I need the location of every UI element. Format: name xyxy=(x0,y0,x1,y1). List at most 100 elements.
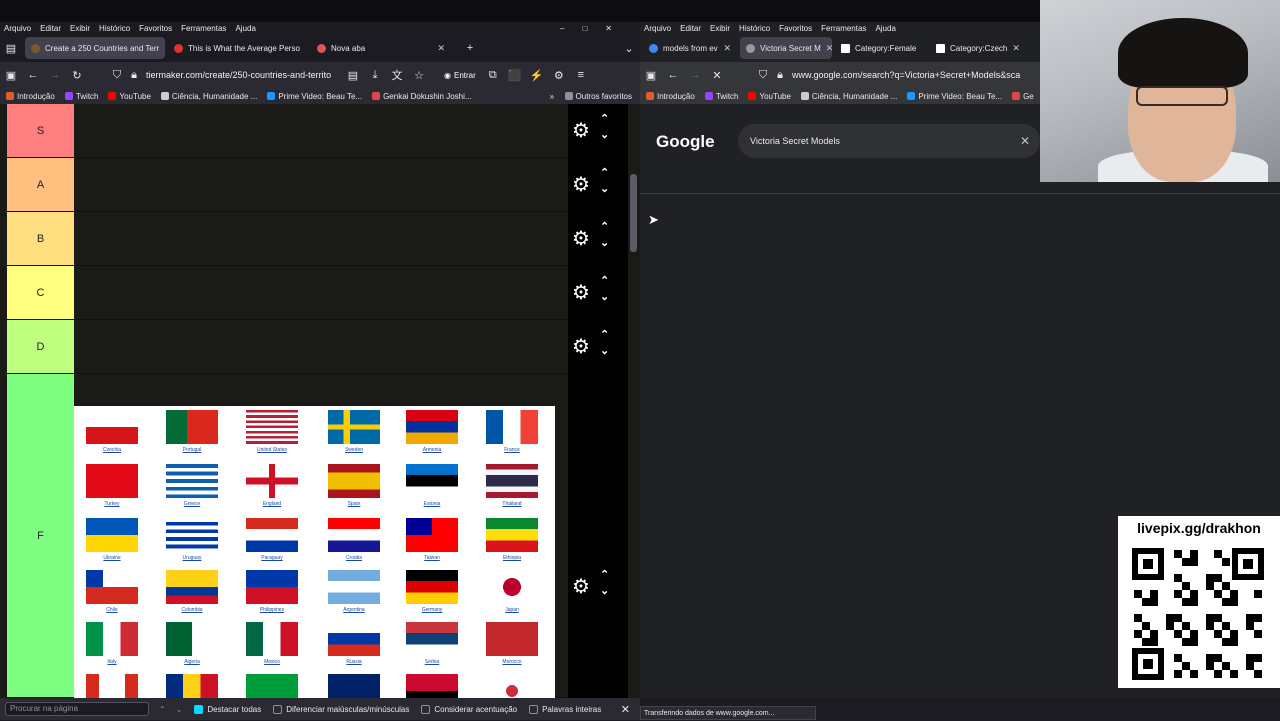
flag-card[interactable]: Greece xyxy=(160,464,224,507)
tab-list-icon[interactable]: ▤ xyxy=(0,42,22,55)
close-tab-icon[interactable]: ✕ xyxy=(164,43,165,54)
menu-historico[interactable]: Histórico xyxy=(99,24,130,33)
tier-label[interactable]: F xyxy=(7,374,74,697)
tier-dropzone[interactable] xyxy=(74,212,568,265)
find-input[interactable]: Procurar na página xyxy=(5,702,149,716)
flag-card[interactable]: Paraguay xyxy=(240,518,304,561)
gear-icon[interactable]: ⚙ xyxy=(572,574,590,599)
menu-editar[interactable]: Editar xyxy=(680,24,701,33)
menu-editar[interactable]: Editar xyxy=(40,24,61,33)
menu-historico[interactable]: Histórico xyxy=(739,24,770,33)
gear-icon[interactable]: ⚙ xyxy=(572,172,590,197)
page-scrollbar[interactable] xyxy=(628,104,640,698)
shield-icon[interactable]: ⛉ xyxy=(752,69,774,82)
back-button[interactable]: ← xyxy=(662,69,684,81)
google-logo[interactable]: Google xyxy=(656,132,715,152)
chevron-up-icon[interactable]: ⌃ xyxy=(600,568,609,581)
chevron-down-icon[interactable]: ⌄ xyxy=(600,344,609,357)
url-field[interactable]: tiermaker.com/create/250-countries-and-t… xyxy=(146,70,342,80)
close-tab-icon[interactable]: ✕ xyxy=(723,43,731,54)
find-match-case[interactable]: Diferenciar maiúsculas/minúsculas xyxy=(273,704,409,714)
tier-label[interactable]: A xyxy=(7,158,74,211)
bookmark-youtube[interactable]: YouTube xyxy=(108,92,151,101)
chevron-up-icon[interactable]: ⌃ xyxy=(600,220,609,233)
flag-card[interactable] xyxy=(400,674,464,698)
tier-dropzone[interactable] xyxy=(74,266,568,319)
forward-button[interactable]: → xyxy=(44,69,66,81)
clear-search-icon[interactable]: ✕ xyxy=(1020,124,1030,158)
bookmark-ciencia[interactable]: Ciência, Humanidade ... xyxy=(800,92,897,101)
tier-dropzone[interactable] xyxy=(74,104,568,157)
menu-ferramentas[interactable]: Ferramentas xyxy=(821,24,866,33)
scroll-thumb[interactable] xyxy=(630,174,637,252)
flag-card[interactable]: Spain xyxy=(322,464,386,507)
menu-ajuda[interactable]: Ajuda xyxy=(235,24,255,33)
flag-card[interactable] xyxy=(240,674,304,698)
bookmark-prime-video[interactable]: Prime Video: Beau Te... xyxy=(267,92,362,101)
tab-victoria-secret[interactable]: Victoria Secret M ✕ xyxy=(740,37,832,59)
flag-card[interactable]: England xyxy=(240,464,304,507)
sidebar-icon[interactable]: ▣ xyxy=(640,69,662,82)
flag-card[interactable] xyxy=(322,674,386,698)
flag-card[interactable]: United States xyxy=(240,410,304,453)
bookmark-twitch[interactable]: Twitch xyxy=(64,92,98,101)
flag-card[interactable]: Colombia xyxy=(160,570,224,613)
flag-card[interactable]: Japan xyxy=(480,570,544,613)
menu-arquivo[interactable]: Arquivo xyxy=(4,24,31,33)
flag-card[interactable]: Thailand xyxy=(480,464,544,507)
tab-tiermaker[interactable]: Create a 250 Countries and Terr ✕ xyxy=(25,37,165,59)
translate-icon[interactable]: 文 xyxy=(386,67,408,83)
close-tab-icon[interactable]: ✕ xyxy=(826,43,832,54)
close-tab-icon[interactable]: ✕ xyxy=(437,43,445,54)
chevron-up-icon[interactable]: ⌃ xyxy=(600,166,609,179)
flag-card[interactable]: Taiwan xyxy=(400,518,464,561)
bookmark-genkai[interactable]: Genkai Dokushin Joshi... xyxy=(372,92,472,101)
flag-card[interactable]: Estonia xyxy=(400,464,464,507)
chevron-down-icon[interactable]: ⌄ xyxy=(600,128,609,141)
bookmark-introducao[interactable]: Introdução xyxy=(646,92,695,101)
flag-card[interactable]: Italy xyxy=(80,622,144,665)
flag-card[interactable] xyxy=(160,674,224,698)
find-next-icon[interactable]: ⌄ xyxy=(176,705,183,714)
tier-label[interactable]: C xyxy=(7,266,74,319)
tier-label[interactable]: B xyxy=(7,212,74,265)
bookmark-ge[interactable]: Ge xyxy=(1012,92,1034,101)
flag-card[interactable]: Sweden xyxy=(322,410,386,453)
forward-button[interactable]: → xyxy=(684,69,706,81)
reader-icon[interactable]: ▤ xyxy=(342,69,364,82)
tab-article[interactable]: This is What the Average Perso xyxy=(168,37,308,59)
gear-icon[interactable]: ⚙ xyxy=(572,226,590,251)
menu-icon[interactable]: ≡ xyxy=(570,69,592,81)
chevron-up-icon[interactable]: ⌃ xyxy=(600,112,609,125)
bookmark-prime-video[interactable]: Prime Video: Beau Te... xyxy=(907,92,1002,101)
flag-card[interactable]: Turkey xyxy=(80,464,144,507)
find-close-icon[interactable]: ✕ xyxy=(621,703,630,716)
flag-card[interactable]: Mexico xyxy=(240,622,304,665)
addon-blue-icon[interactable]: ⚡ xyxy=(526,69,548,82)
stop-loading-button[interactable]: ✕ xyxy=(706,69,728,82)
flag-card[interactable]: Czechia xyxy=(80,410,144,453)
flag-card[interactable]: Ethiopia xyxy=(480,518,544,561)
menu-favoritos[interactable]: Favoritos xyxy=(139,24,172,33)
flag-card[interactable]: Armenia xyxy=(400,410,464,453)
tier-label[interactable]: D xyxy=(7,320,74,373)
tab-new[interactable]: Nova aba ✕ xyxy=(311,37,451,59)
menu-ajuda[interactable]: Ajuda xyxy=(875,24,895,33)
gear-icon[interactable]: ⚙ xyxy=(572,280,590,305)
bookmark-star-icon[interactable]: ☆ xyxy=(408,69,430,82)
flag-card[interactable]: France xyxy=(480,410,544,453)
addon-icon[interactable]: ⬛ xyxy=(504,69,526,82)
flag-card[interactable] xyxy=(80,674,144,698)
flag-card[interactable]: Argentina xyxy=(322,570,386,613)
find-diacritics[interactable]: Considerar acentuação xyxy=(421,704,517,714)
menu-favoritos[interactable]: Favoritos xyxy=(779,24,812,33)
back-button[interactable]: ← xyxy=(22,69,44,81)
chevron-up-icon[interactable]: ⌃ xyxy=(600,274,609,287)
tab-category-female[interactable]: Category:Female xyxy=(835,37,927,59)
flag-card[interactable]: Serbia xyxy=(400,622,464,665)
menu-exibir[interactable]: Exibir xyxy=(710,24,730,33)
tier-label[interactable]: S xyxy=(7,104,74,157)
bookmark-twitch[interactable]: Twitch xyxy=(704,92,738,101)
bookmark-ciencia[interactable]: Ciência, Humanidade ... xyxy=(160,92,257,101)
extensions-icon[interactable]: ⧉ xyxy=(482,69,504,82)
